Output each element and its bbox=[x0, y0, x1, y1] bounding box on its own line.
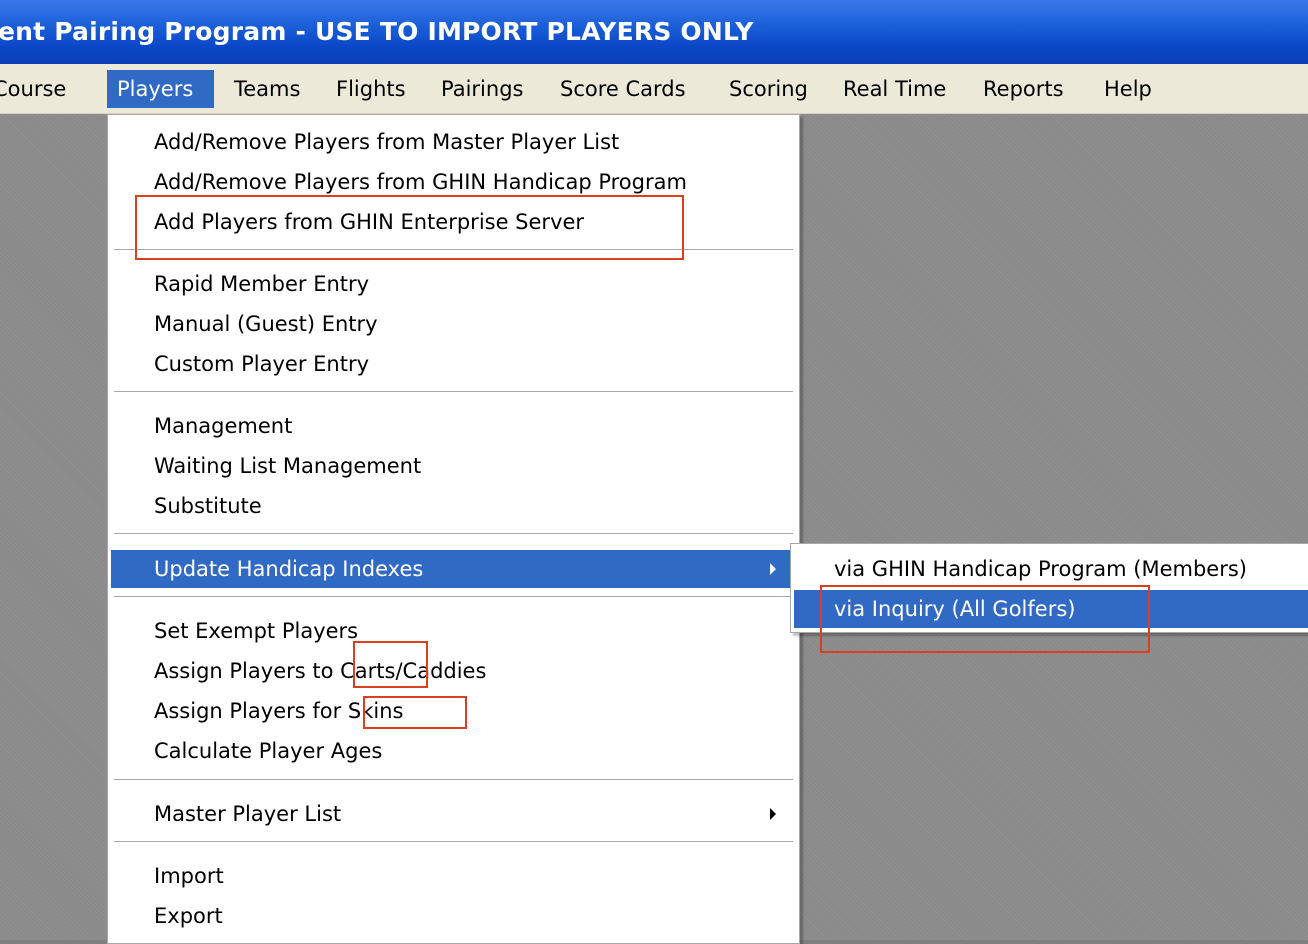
window-title-bar: ent Pairing Program - USE TO IMPORT PLAY… bbox=[0, 0, 1308, 64]
menu-separator bbox=[114, 249, 793, 251]
menu-help[interactable]: Help bbox=[1094, 70, 1162, 108]
menu-item-manual-guest-entry[interactable]: Manual (Guest) Entry bbox=[111, 305, 796, 343]
menu-real-time[interactable]: Real Time bbox=[833, 70, 956, 108]
menu-flights[interactable]: Flights bbox=[326, 70, 416, 108]
submenu-arrow-icon bbox=[770, 808, 776, 820]
menu-item-rapid-member-entry[interactable]: Rapid Member Entry bbox=[111, 265, 796, 303]
menu-separator bbox=[114, 391, 793, 393]
menu-reports[interactable]: Reports bbox=[973, 70, 1074, 108]
menu-item-export[interactable]: Export bbox=[111, 897, 796, 935]
menu-players[interactable]: Players bbox=[107, 70, 214, 108]
submenu-arrow-icon bbox=[770, 563, 776, 575]
menu-pairings[interactable]: Pairings bbox=[431, 70, 533, 108]
menu-item-update-handicap-indexes[interactable]: Update Handicap Indexes bbox=[111, 550, 796, 588]
menu-course[interactable]: Course bbox=[0, 70, 76, 108]
menu-item-label: Master Player List bbox=[154, 802, 342, 826]
menu-item-custom-player-entry[interactable]: Custom Player Entry bbox=[111, 345, 796, 383]
submenu-item-via-inquiry[interactable]: via Inquiry (All Golfers) bbox=[794, 590, 1308, 628]
menu-item-label: Update Handicap Indexes bbox=[154, 557, 424, 581]
menu-item-add-remove-master[interactable]: Add/Remove Players from Master Player Li… bbox=[111, 123, 796, 161]
menu-item-master-player-list[interactable]: Master Player List bbox=[111, 795, 796, 833]
menu-score-cards[interactable]: Score Cards bbox=[550, 70, 696, 108]
menu-bar: Course Players Teams Flights Pairings Sc… bbox=[0, 64, 1308, 114]
menu-item-waiting-list[interactable]: Waiting List Management bbox=[111, 447, 796, 485]
submenu-item-via-ghin[interactable]: via GHIN Handicap Program (Members) bbox=[794, 550, 1308, 588]
menu-item-set-exempt-players[interactable]: Set Exempt Players bbox=[111, 612, 796, 650]
menu-item-calculate-ages[interactable]: Calculate Player Ages bbox=[111, 732, 796, 770]
window-title: ent Pairing Program - USE TO IMPORT PLAY… bbox=[0, 17, 754, 46]
menu-teams[interactable]: Teams bbox=[224, 70, 310, 108]
menu-separator bbox=[114, 533, 793, 535]
menu-item-import[interactable]: Import bbox=[111, 857, 796, 895]
menu-scoring[interactable]: Scoring bbox=[719, 70, 818, 108]
menu-item-assign-skins[interactable]: Assign Players for Skins bbox=[111, 692, 796, 730]
menu-item-management[interactable]: Management bbox=[111, 407, 796, 445]
players-dropdown-menu: Add/Remove Players from Master Player Li… bbox=[107, 114, 800, 944]
menu-separator bbox=[114, 841, 793, 843]
handicap-submenu: via GHIN Handicap Program (Members) via … bbox=[790, 543, 1308, 633]
menu-item-add-remove-ghin[interactable]: Add/Remove Players from GHIN Handicap Pr… bbox=[111, 163, 796, 201]
menu-item-add-ghin-enterprise[interactable]: Add Players from GHIN Enterprise Server bbox=[111, 203, 796, 241]
menu-separator bbox=[114, 779, 793, 781]
menu-item-substitute[interactable]: Substitute bbox=[111, 487, 796, 525]
menu-separator bbox=[114, 596, 793, 598]
menu-item-assign-carts-caddies[interactable]: Assign Players to Carts/Caddies bbox=[111, 652, 796, 690]
